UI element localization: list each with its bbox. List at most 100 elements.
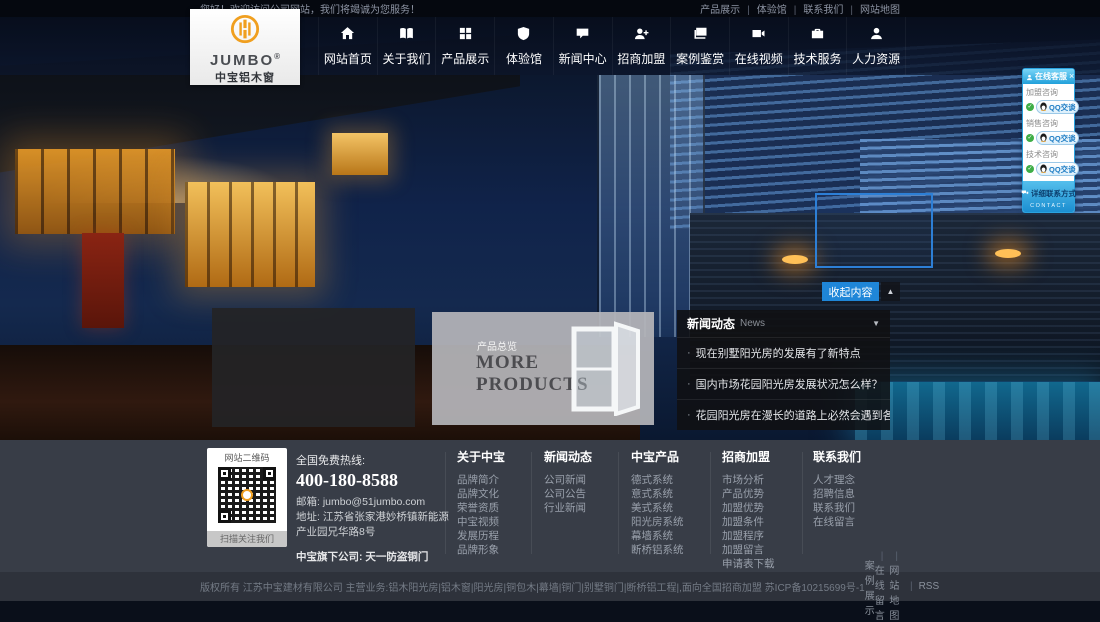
home-icon bbox=[340, 26, 355, 46]
nav-item-cases[interactable]: 案例鉴赏 bbox=[671, 17, 730, 75]
nav-item-label: 新闻中心 bbox=[559, 50, 607, 67]
footer-link[interactable]: 品牌简介 bbox=[457, 473, 505, 487]
nav-items: 网站首页 关于我们 产品展示 体验馆 新闻中心 招商加盟 bbox=[318, 17, 906, 75]
nav-item-join[interactable]: 招商加盟 bbox=[613, 17, 672, 75]
footer-link[interactable]: 品牌形象 bbox=[457, 543, 505, 557]
topbar: 您好！欢迎访问公司网站，我们将竭诚为您服务！ 产品展示 体验馆 联系我们 网站地… bbox=[0, 0, 1100, 17]
photo-glass-stair-tower bbox=[597, 75, 705, 337]
nav-item-videos[interactable]: 在线视频 bbox=[730, 17, 789, 75]
bottom-links: 案例展示 在线留言 网站地图 RSS bbox=[865, 551, 939, 622]
product-display-panel bbox=[212, 308, 415, 427]
footer-link[interactable]: 加盟程序 bbox=[722, 529, 775, 543]
qr-corner bbox=[218, 510, 231, 523]
footer-link[interactable]: 断桥铝系统 bbox=[631, 543, 684, 557]
photo-lit-window-3 bbox=[332, 133, 388, 175]
footer-column-join: 招商加盟 市场分析 产品优势 加盟优势 加盟条件 加盟程序 加盟留言 申请表下载 bbox=[722, 448, 775, 571]
footer-link[interactable]: 品牌文化 bbox=[457, 487, 505, 501]
contact-details-label: 详细联系方式 bbox=[1031, 188, 1076, 199]
photo-lit-window-2 bbox=[185, 182, 315, 287]
contact-details-sub: CONTACT bbox=[1030, 203, 1067, 209]
nav-item-about[interactable]: 关于我们 bbox=[378, 17, 437, 75]
photos-icon bbox=[693, 26, 708, 46]
footer-column-title: 中宝产品 bbox=[631, 448, 684, 465]
footer-link[interactable]: 加盟留言 bbox=[722, 543, 775, 557]
footer-link[interactable]: 荣誉资质 bbox=[457, 501, 505, 515]
footer-link[interactable]: 市场分析 bbox=[722, 473, 775, 487]
topbar-link-experience[interactable]: 体验馆 bbox=[740, 1, 787, 16]
footer-link[interactable]: 行业新闻 bbox=[544, 501, 592, 515]
footer-link[interactable]: 公司公告 bbox=[544, 487, 592, 501]
close-icon[interactable]: × bbox=[1069, 72, 1074, 81]
nav-item-label: 案例鉴赏 bbox=[676, 50, 724, 67]
bottom-link-cases[interactable]: 案例展示 bbox=[865, 557, 875, 617]
nav-item-experience[interactable]: 体验馆 bbox=[495, 17, 554, 75]
footer-link[interactable]: 招聘信息 bbox=[813, 487, 861, 501]
more-products-line1: MORE bbox=[476, 352, 539, 374]
qr-corner bbox=[263, 467, 276, 480]
qq-group-tech: 技术咨询 ✓ QQ交谈 bbox=[1026, 149, 1071, 176]
qq-chat-button[interactable]: QQ交谈 bbox=[1036, 162, 1079, 176]
news-item[interactable]: 国内市场花园阳光房发展状况怎么样？ bbox=[677, 368, 890, 399]
open-window-icon bbox=[568, 321, 642, 416]
photo-pool bbox=[855, 382, 1100, 440]
footer-link[interactable]: 在线留言 bbox=[813, 515, 861, 529]
qr-code-image bbox=[218, 467, 276, 523]
footer-link[interactable]: 申请表下载 bbox=[722, 557, 775, 571]
nav-item-label: 技术服务 bbox=[793, 50, 841, 67]
bottom-link-sitemap[interactable]: 网站地图 bbox=[889, 551, 904, 622]
logo-subtitle: 中宝铝木窗 bbox=[215, 69, 275, 85]
news-subtitle: News bbox=[740, 318, 765, 329]
contact-email[interactable]: 邮箱: jumbo@51jumbo.com bbox=[296, 495, 450, 510]
online-status-icon: ✓ bbox=[1026, 165, 1034, 173]
dropdown-arrow-icon[interactable]: ▼ bbox=[872, 319, 880, 328]
collapse-toggle-icon[interactable]: ▲ bbox=[881, 282, 900, 301]
topbar-links: 产品展示 体验馆 联系我们 网站地图 bbox=[700, 1, 900, 16]
more-products-card[interactable]: 产品总览 MORE PRODUCTS bbox=[432, 312, 654, 425]
bottom-link-rss[interactable]: RSS bbox=[904, 581, 939, 592]
subsidiary-info: 中宝旗下公司: 天一防盗铜门 bbox=[296, 549, 450, 564]
collapse-content-button[interactable]: 收起内容 bbox=[822, 282, 879, 301]
topbar-link-products[interactable]: 产品展示 bbox=[700, 1, 740, 16]
qr-code-box: 网站二维码 扫描关注我们 bbox=[207, 448, 287, 547]
footer-link[interactable]: 幕墙系统 bbox=[631, 529, 684, 543]
footer-column-title: 招商加盟 bbox=[722, 448, 775, 465]
qq-group-label: 技术咨询 bbox=[1026, 149, 1071, 160]
qq-chat-label: QQ交谈 bbox=[1049, 133, 1076, 144]
news-item[interactable]: 现在别墅阳光房的发展有了新特点 bbox=[677, 337, 890, 368]
footer-link[interactable]: 加盟条件 bbox=[722, 515, 775, 529]
news-item[interactable]: 花园阳光房在漫长的道路上必然会遇到各种挑战 bbox=[677, 399, 890, 430]
nav-item-tech[interactable]: 技术服务 bbox=[789, 17, 848, 75]
footer-link[interactable]: 意式系统 bbox=[631, 487, 684, 501]
qq-group-label: 加盟咨询 bbox=[1026, 87, 1071, 98]
online-status-icon: ✓ bbox=[1026, 134, 1034, 142]
footer-link[interactable]: 德式系统 bbox=[631, 473, 684, 487]
qq-chat-button[interactable]: QQ交谈 bbox=[1036, 131, 1079, 145]
footer-link[interactable]: 发展历程 bbox=[457, 529, 505, 543]
news-title: 新闻动态 bbox=[687, 315, 735, 332]
footer-link[interactable]: 加盟优势 bbox=[722, 501, 775, 515]
footer-link[interactable]: 中宝视频 bbox=[457, 515, 505, 529]
online-service-title: 在线客服 bbox=[1035, 71, 1067, 82]
footer-divider bbox=[802, 452, 803, 554]
products-overview-tag: 产品总览 bbox=[477, 338, 517, 353]
nav-item-home[interactable]: 网站首页 bbox=[318, 17, 378, 75]
footer-link[interactable]: 人才理念 bbox=[813, 473, 861, 487]
footer-link[interactable]: 公司新闻 bbox=[544, 473, 592, 487]
qq-chat-button[interactable]: QQ交谈 bbox=[1036, 100, 1079, 114]
topbar-link-contact[interactable]: 联系我们 bbox=[787, 1, 844, 16]
site-logo[interactable]: JUMBO® 中宝铝木窗 bbox=[190, 9, 300, 85]
bottom-link-message[interactable]: 在线留言 bbox=[875, 551, 890, 622]
footer-link[interactable]: 联系我们 bbox=[813, 501, 861, 515]
footer-link[interactable]: 阳光房系统 bbox=[631, 515, 684, 529]
main-navigation: 网站首页 关于我们 产品展示 体验馆 新闻中心 招商加盟 bbox=[0, 17, 1100, 75]
nav-item-products[interactable]: 产品展示 bbox=[436, 17, 495, 75]
nav-item-news[interactable]: 新闻中心 bbox=[554, 17, 613, 75]
footer-divider bbox=[618, 452, 619, 554]
contact-details-button[interactable]: 详细联系方式 CONTACT bbox=[1023, 181, 1074, 212]
topbar-link-sitemap[interactable]: 网站地图 bbox=[843, 1, 900, 16]
shield-icon bbox=[516, 26, 531, 46]
nav-item-hr[interactable]: 人力资源 bbox=[847, 17, 906, 75]
footer-link[interactable]: 美式系统 bbox=[631, 501, 684, 515]
footer-link[interactable]: 产品优势 bbox=[722, 487, 775, 501]
qq-penguin-icon bbox=[1039, 129, 1048, 147]
